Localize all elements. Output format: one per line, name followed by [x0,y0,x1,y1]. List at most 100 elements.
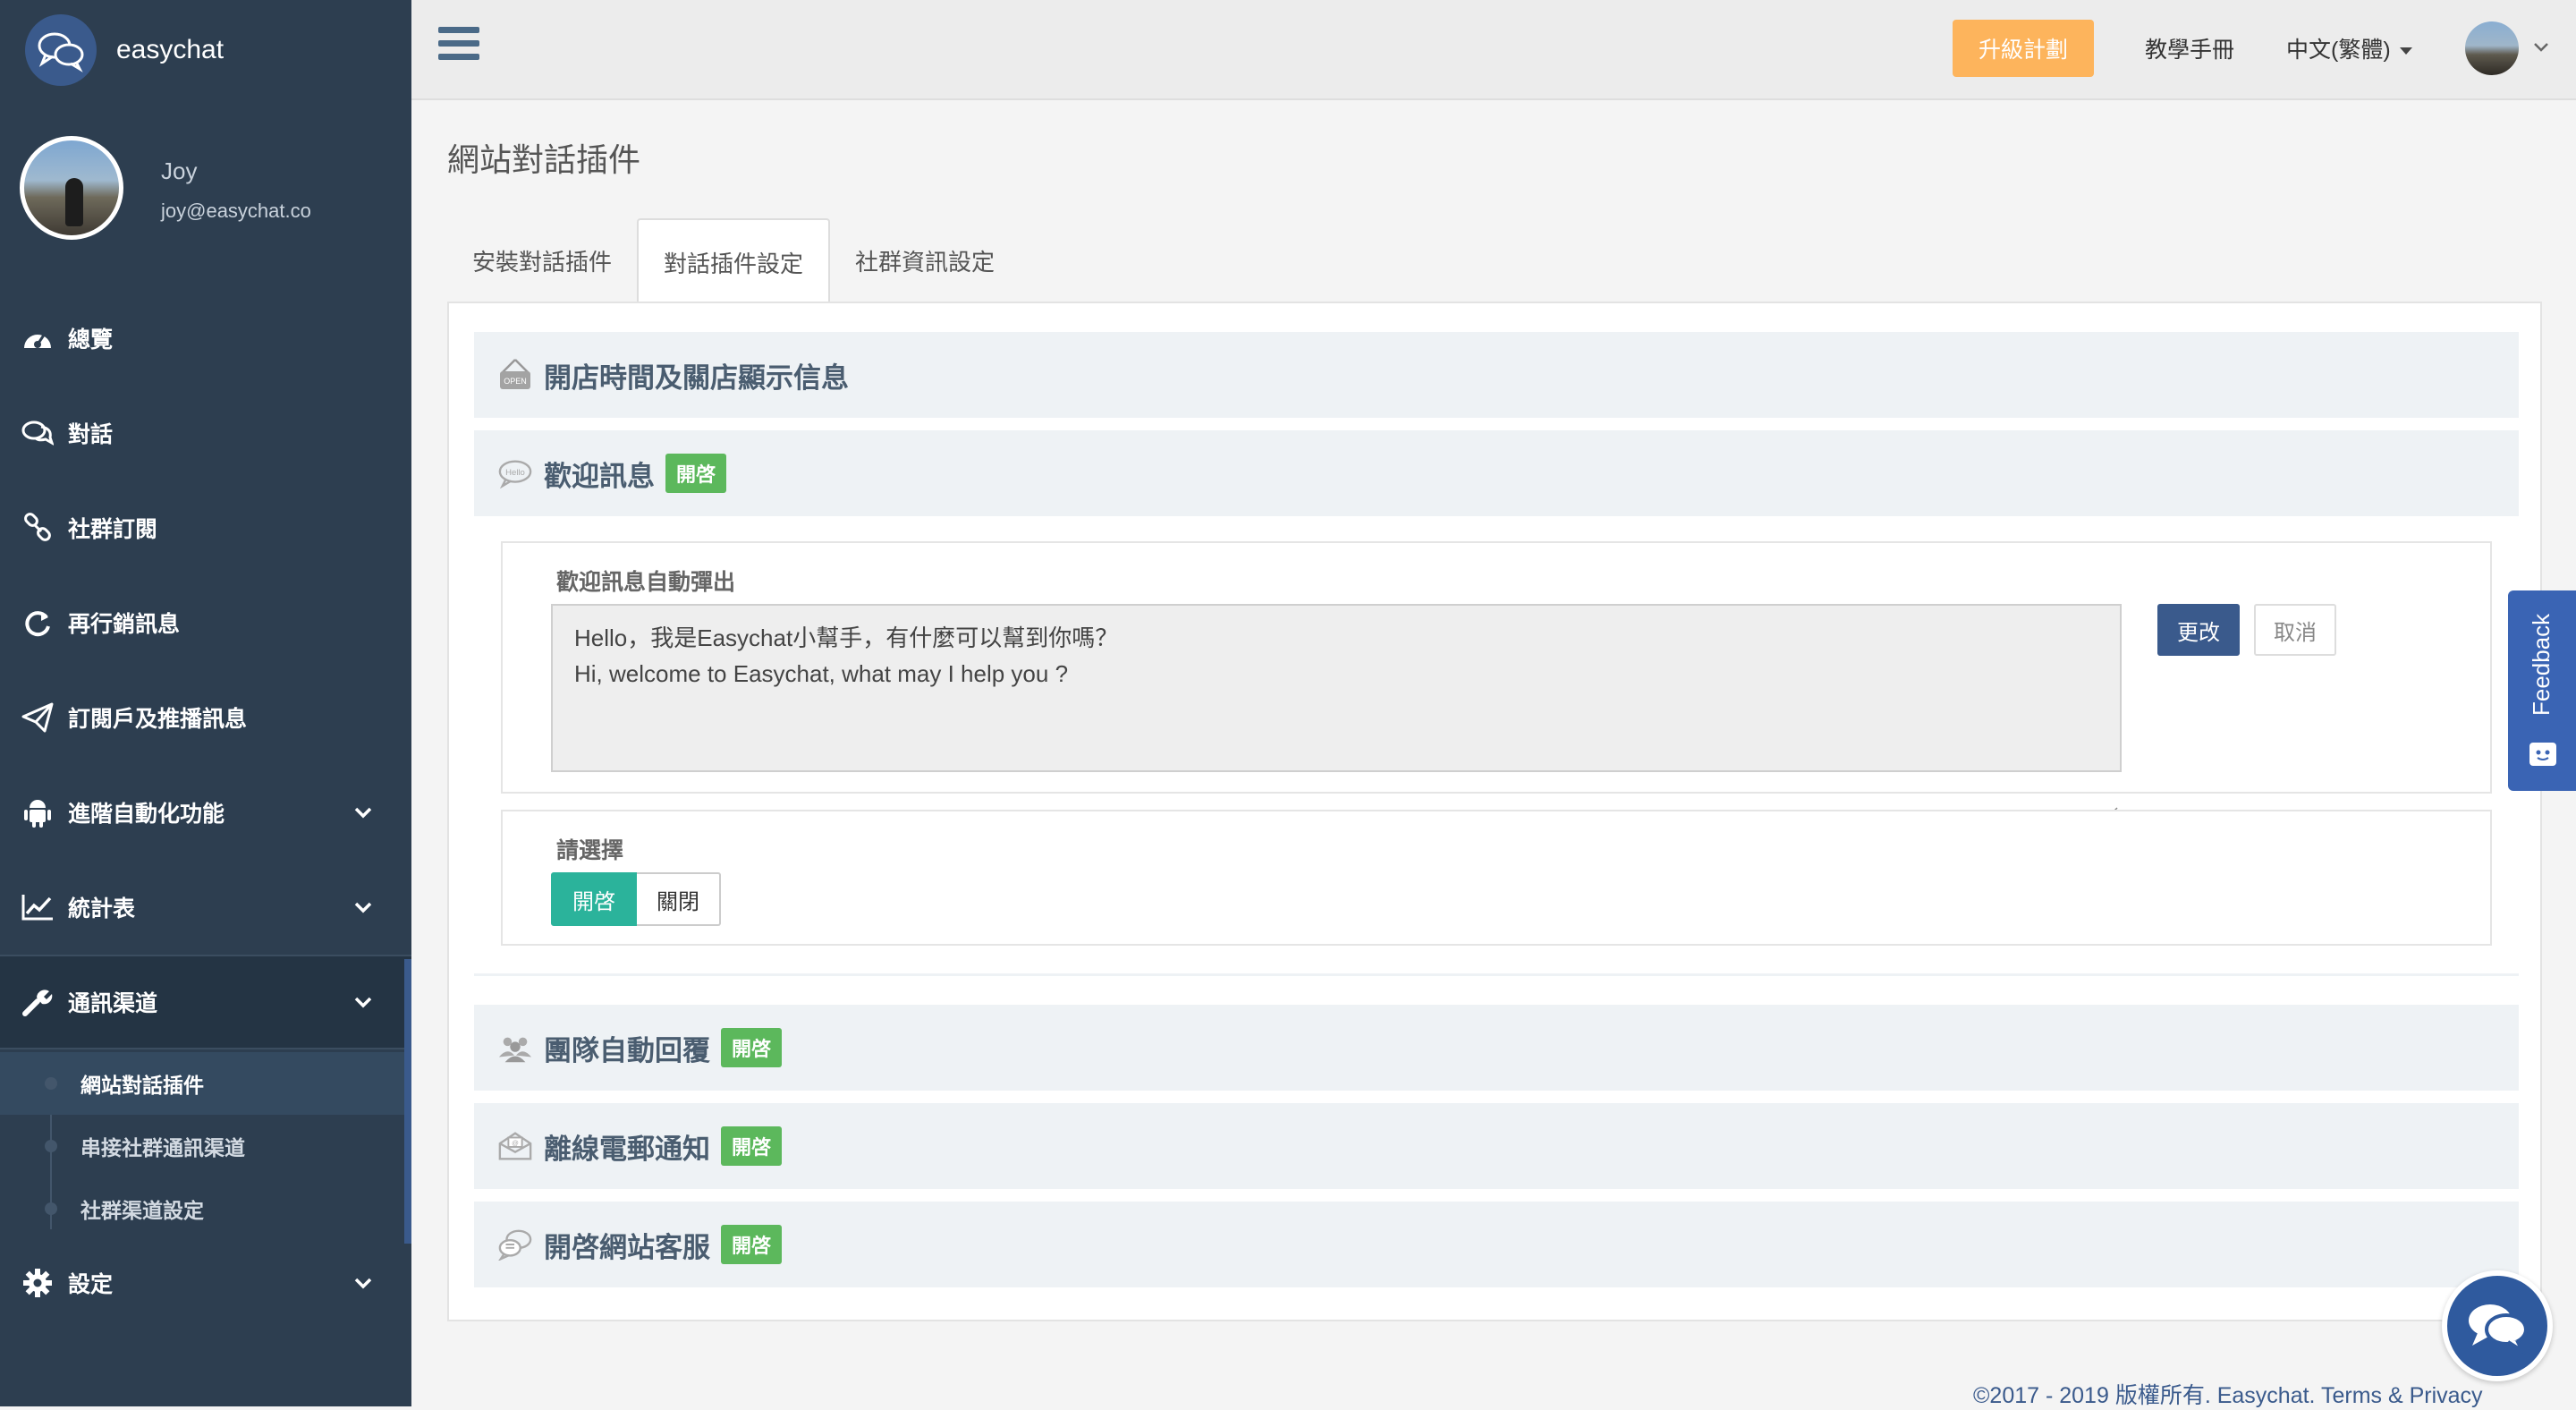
sidebar-item-conversations[interactable]: 對話 [0,386,411,480]
sidebar-item-remarketing[interactable]: 再行銷訊息 [0,575,411,670]
sidebar-item-label: 統計表 [68,896,136,922]
chevron-down-icon [352,991,374,1019]
line-chart-icon [20,889,55,925]
subnav-dot [45,1077,57,1090]
tab-install-plugin[interactable]: 安裝對話插件 [447,218,637,303]
chevron-down-icon[interactable] [2533,41,2549,58]
svg-text:OPEN: OPEN [504,377,527,386]
brand[interactable]: easychat [25,13,224,88]
footer-copyright[interactable]: ©2017 - 2019 版權所有. Easychat. Terms & Pri… [1973,1378,2483,1410]
sidebar-item-label: 再行銷訊息 [68,612,181,637]
sidebar-nav: 總覽 對話 社群訂閱 再行銷訊息 訂閱戶及推播訊息 進階自動化功能 統計表 通訊… [0,291,411,1049]
sidebar-item-advanced-automation[interactable]: 進階自動化功能 [0,765,411,860]
tab-social-info-settings[interactable]: 社群資訊設定 [830,218,1020,303]
section-offline-email[interactable]: @ 離線電郵通知 開啓 [474,1103,2519,1189]
subnav-item-social-channel-settings[interactable]: 社群渠道設定 [0,1177,404,1240]
subnav-item-label: 串接社群通訊渠道 [80,1136,245,1159]
subnav-item-label: 網站對話插件 [80,1074,204,1097]
user-avatar-button[interactable] [2465,21,2519,75]
android-icon [20,794,55,830]
sidebar-item-subscribers-broadcast[interactable]: 訂閱戶及推播訊息 [0,670,411,765]
wrench-icon [20,984,55,1020]
section-title: 開店時間及關店顯示信息 [544,361,849,394]
hello-bubble-icon: Hello [497,455,533,491]
feedback-label: Feedback [2528,613,2555,716]
gear-icon [20,1265,55,1301]
sidebar: easychat Joy joy@easychat.co 總覽 對話 社群訂閱 [0,0,411,1406]
subnav-item-web-chat-plugin[interactable]: 網站對話插件 [0,1052,404,1115]
feedback-face-icon [2529,743,2556,766]
chevron-down-icon [352,896,374,924]
sidebar-item-settings[interactable]: 設定 [0,1236,411,1330]
welcome-message-line2: Hi, welcome to Easychat, what may I help… [574,660,1069,687]
sidebar-item-label: 訂閱戶及推播訊息 [68,707,248,732]
sidebar-item-social-subscribe[interactable]: 社群訂閱 [0,480,411,575]
language-selector[interactable]: 中文(繁體) [2286,32,2412,64]
page-title: 網站對話插件 [447,141,641,178]
active-indicator [404,959,411,1244]
sidebar-item-label: 對話 [68,422,114,447]
resize-handle-icon[interactable] [2106,756,2118,818]
link-icon [20,510,55,546]
section-business-hours[interactable]: OPEN 開店時間及關店顯示信息 [474,332,2519,418]
easychat-logo-icon [25,14,97,86]
sidebar-item-label: 通訊渠道 [68,991,158,1016]
sidebar-item-label: 進階自動化功能 [68,802,225,827]
toggle-on-button[interactable]: 開啓 [551,872,637,926]
section-title: 開啓網站客服 [544,1231,710,1263]
caret-down-icon [2399,47,2412,55]
open-sign-icon: OPEN [497,357,533,393]
section-title: 團隊自動回覆 [544,1034,710,1066]
user-profile[interactable]: Joy joy@easychat.co [20,136,311,240]
svg-text:Hello: Hello [505,468,525,478]
status-badge: 開啓 [665,454,727,493]
sidebar-item-label: 設定 [68,1272,114,1297]
chat-widget-button[interactable] [2442,1270,2553,1381]
send-icon [20,700,55,735]
section-team-auto-reply[interactable]: 團隊自動回覆 開啓 [474,1005,2519,1091]
sidebar-item-statistics[interactable]: 統計表 [0,860,411,955]
subnav-dot [45,1202,57,1215]
refresh-icon [20,605,55,641]
cancel-button[interactable]: 取消 [2254,604,2336,656]
subnav: 網站對話插件 串接社群通訊渠道 社群渠道設定 [0,1052,404,1240]
status-badge: 開啓 [721,1225,783,1264]
subnav-item-connect-social-channels[interactable]: 串接社群通訊渠道 [0,1115,404,1177]
section-title: 離線電郵通知 [544,1133,710,1165]
tutorial-manual-link[interactable]: 教學手冊 [2145,32,2234,64]
feedback-tab[interactable]: Feedback [2508,590,2576,791]
dashboard-icon [20,320,55,356]
chat-bubbles-icon [497,1227,533,1262]
sidebar-item-channels[interactable]: 通訊渠道 [0,955,411,1049]
language-label: 中文(繁體) [2286,38,2391,63]
welcome-message-card: 歡迎訊息自動彈出 Hello，我是Easychat小幫手，有什麼可以幫到你嗎？ … [501,541,2492,818]
chevron-down-icon [352,802,374,829]
sidebar-item-label: 社群訂閱 [68,517,158,542]
welcome-toggle: 開啓 關閉 [551,872,721,926]
profile-email: joy@easychat.co [161,200,311,222]
profile-name: Joy [161,157,198,184]
choose-label: 請選擇 [556,838,624,863]
tab-plugin-settings[interactable]: 對話插件設定 [637,218,831,305]
status-badge: 開啓 [721,1126,783,1166]
save-button[interactable]: 更改 [2157,604,2240,656]
settings-panel: OPEN 開店時間及關店顯示信息 Hello 歡迎訊息 開啓 歡迎訊息自動彈出 … [447,302,2542,1321]
team-icon [497,1030,533,1066]
menu-toggle-icon[interactable] [438,27,479,63]
envelope-icon: @ [497,1128,533,1164]
welcome-message-line1: Hello，我是Easychat小幫手，有什麼可以幫到你嗎？ [574,624,1119,651]
toggle-off-button[interactable]: 關閉 [637,872,721,926]
svg-text:@: @ [512,1139,519,1147]
topbar: 升級計劃 教學手冊 中文(繁體) [411,0,2576,100]
sidebar-item-overview[interactable]: 總覽 [0,291,411,386]
section-welcome-message[interactable]: Hello 歡迎訊息 開啓 [474,430,2519,516]
chat-icon [20,415,55,451]
upgrade-plan-button[interactable]: 升級計劃 [1953,20,2094,77]
welcome-message-textarea[interactable]: Hello，我是Easychat小幫手，有什麼可以幫到你嗎？ Hi, welco… [551,604,2122,818]
section-website-support[interactable]: 開啓網站客服 開啓 [474,1202,2519,1287]
chat-bubbles-icon [2469,1304,2528,1355]
tab-bar: 安裝對話插件 對話插件設定 社群資訊設定 [447,218,1020,305]
chevron-down-icon [352,1272,374,1300]
avatar [20,136,123,240]
brand-name: easychat [116,35,225,64]
